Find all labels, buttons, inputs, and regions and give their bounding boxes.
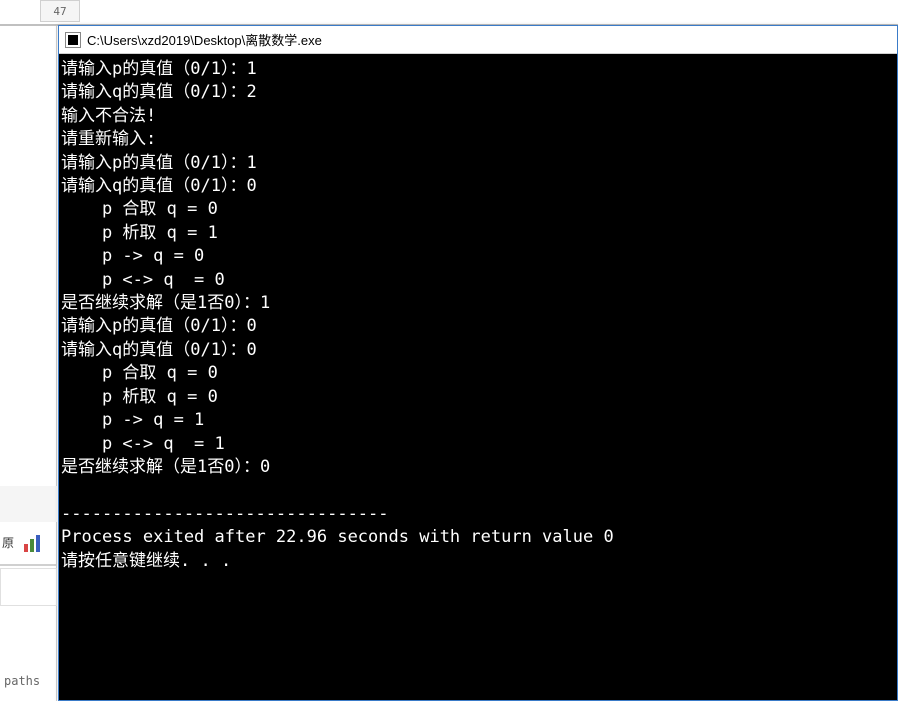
ide-sidebar-label-paths: paths	[4, 674, 40, 688]
app-icon	[65, 32, 81, 48]
console-output[interactable]: 请输入p的真值（0/1）：1 请输入q的真值（0/1）：2 输入不合法! 请重新…	[59, 54, 897, 700]
ide-sidebar-divider	[0, 564, 57, 566]
ide-sidebar-box	[0, 568, 57, 606]
ide-sidebar-pane-top	[0, 486, 57, 522]
ide-top-strip: 47	[0, 0, 898, 26]
ide-sidebar-label-resource: 原	[2, 534, 14, 551]
window-titlebar[interactable]: C:\Users\xzd2019\Desktop\离散数学.exe	[59, 26, 897, 54]
console-window: C:\Users\xzd2019\Desktop\离散数学.exe 请输入p的真…	[58, 25, 898, 701]
bar-chart-icon[interactable]	[22, 534, 44, 556]
ide-line-number: 47	[40, 0, 80, 22]
ide-left-sidebar: 原 paths	[0, 26, 57, 701]
window-title: C:\Users\xzd2019\Desktop\离散数学.exe	[87, 30, 322, 49]
